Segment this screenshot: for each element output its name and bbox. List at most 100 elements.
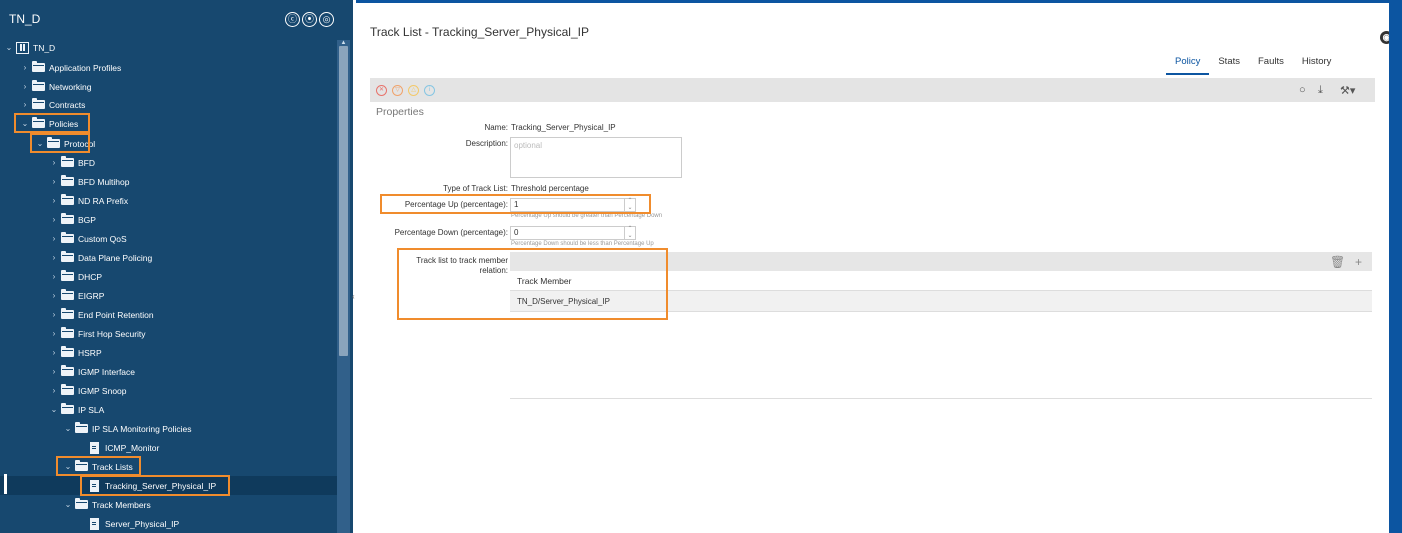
chevron-right-icon[interactable]: ›	[20, 100, 30, 109]
tab-policy[interactable]: Policy	[1166, 55, 1210, 75]
folder-icon	[75, 422, 88, 433]
chevron-right-icon[interactable]: ›	[49, 253, 59, 262]
percentage-down-stepper[interactable]: ⌃ ⌄	[624, 226, 635, 240]
table-row[interactable]: TN_D/Server_Physical_IP	[510, 290, 1372, 312]
folder-icon	[61, 194, 74, 205]
tree-node-label: Server_Physical_IP	[105, 518, 180, 529]
navigation-tree: ⌄ TN_D › Application Profiles › Networki…	[0, 0, 337, 533]
tree-node-label: Application Profiles	[49, 62, 122, 73]
tree-node-label: IP SLA	[78, 404, 105, 415]
chevron-right-icon[interactable]: ›	[49, 177, 59, 186]
folder-icon	[61, 270, 74, 281]
tree-node-label: ICMP_Monitor	[105, 442, 160, 453]
tree-node-ip-sla[interactable]: ⌄ IP SLA	[49, 400, 104, 419]
tree-node-label: Data Plane Policing	[78, 252, 153, 263]
add-icon[interactable]: +	[1355, 255, 1362, 269]
tree-node-label: BFD	[78, 157, 95, 168]
chevron-right-icon[interactable]: ›	[49, 215, 59, 224]
minor-fault-icon[interactable]: △	[408, 85, 419, 96]
tree-node-icmp-monitor[interactable]: ICMP_Monitor	[88, 438, 159, 457]
track-member-cell: TN_D/Server_Physical_IP	[517, 297, 610, 306]
chevron-down-icon[interactable]: ⌄	[4, 43, 14, 52]
tree-node-track-members[interactable]: ⌄ Track Members	[63, 495, 151, 514]
chevron-right-icon[interactable]: ›	[49, 367, 59, 376]
chevron-right-icon[interactable]: ›	[49, 272, 59, 281]
tree-node-custom-qos[interactable]: › Custom QoS	[49, 229, 127, 248]
download-icon[interactable]: ⤓	[1318, 84, 1323, 97]
tree-node-protocol[interactable]: ⌄ Protocol	[35, 134, 95, 153]
tree-node-label: TN_D	[33, 42, 56, 53]
chevron-right-icon[interactable]: ›	[20, 63, 30, 72]
percentage-up-input[interactable]: 1	[510, 198, 636, 212]
chevron-right-icon[interactable]: ›	[49, 158, 59, 167]
delete-icon[interactable]: 🗑	[1330, 255, 1345, 269]
tree-node-label: Protocol	[64, 138, 96, 149]
chevron-right-icon[interactable]: ›	[49, 348, 59, 357]
tree-node-contracts[interactable]: › Contracts	[20, 95, 85, 114]
tab-history[interactable]: History	[1293, 55, 1341, 75]
description-label: Description:	[465, 139, 508, 148]
folder-icon	[61, 251, 74, 262]
tree-node-first-hop-security[interactable]: › First Hop Security	[49, 324, 146, 343]
major-fault-icon[interactable]: ▽	[392, 85, 403, 96]
name-value: Tracking_Server_Physical_IP	[511, 123, 616, 132]
tree-node-ip-sla-monitoring-policies[interactable]: ⌄ IP SLA Monitoring Policies	[63, 419, 192, 438]
tree-node-bfd-multihop[interactable]: › BFD Multihop	[49, 172, 130, 191]
tree-node-igmp-snoop[interactable]: › IGMP Snoop	[49, 381, 127, 400]
tab-stats[interactable]: Stats	[1209, 55, 1249, 75]
chevron-right-icon[interactable]: ›	[49, 329, 59, 338]
tree-node-hsrp[interactable]: › HSRP	[49, 343, 102, 362]
tree-node-label: Policies	[49, 118, 79, 129]
chevron-down-icon[interactable]: ⌄	[63, 462, 73, 471]
tree-node-label: First Hop Security	[78, 328, 146, 339]
folder-icon	[61, 232, 74, 243]
type-value: Threshold percentage	[511, 184, 589, 193]
tenant-icon	[16, 41, 29, 54]
chevron-down-icon[interactable]: ⌄	[49, 405, 59, 414]
folder-icon	[61, 365, 74, 376]
description-input[interactable]: optional	[510, 137, 682, 178]
tree-node-bgp[interactable]: › BGP	[49, 210, 96, 229]
tree-node-igmp-interface[interactable]: › IGMP Interface	[49, 362, 135, 381]
chevron-down-icon[interactable]: ⌄	[20, 119, 30, 128]
tree-node-end-point-retention[interactable]: › End Point Retention	[49, 305, 154, 324]
folder-icon	[75, 498, 88, 509]
tree-node-label: IGMP Interface	[78, 366, 136, 377]
navigation-pane: TN_D ⓒ ⦿ ◎ ⌄ TN_D › Application Profiles…	[0, 0, 353, 533]
tree-node-label: Track Members	[92, 499, 151, 510]
chevron-down-icon[interactable]: ⌄	[63, 500, 73, 509]
name-label: Name:	[484, 123, 508, 132]
folder-icon	[61, 384, 74, 395]
tree-node-eigrp[interactable]: › EIGRP	[49, 286, 104, 305]
tree-node-tracking-server-physical-ip[interactable]: Tracking_Server_Physical_IP	[0, 476, 337, 495]
tree-node-track-lists[interactable]: ⌄ Track Lists	[63, 457, 133, 476]
tree-node-bfd[interactable]: › BFD	[49, 153, 95, 172]
tab-faults[interactable]: Faults	[1249, 55, 1293, 75]
tree-node-application-profiles[interactable]: › Application Profiles	[20, 58, 121, 77]
percentage-down-input[interactable]: 0	[510, 226, 636, 240]
chevron-down-icon[interactable]: ⌄	[63, 424, 73, 433]
tree-node-nd-ra-prefix[interactable]: › ND RA Prefix	[49, 191, 128, 210]
chevron-right-icon[interactable]: ›	[49, 310, 59, 319]
folder-icon	[32, 61, 45, 72]
chevron-right-icon[interactable]: ›	[49, 196, 59, 205]
tools-menu-icon[interactable]: ⚒▾	[1340, 84, 1355, 97]
tree-node-tenant[interactable]: ⌄ TN_D	[4, 38, 55, 57]
tree-node-networking[interactable]: › Networking	[20, 77, 92, 96]
chevron-right-icon[interactable]: ›	[49, 291, 59, 300]
tree-node-policies[interactable]: ⌄ Policies	[20, 114, 78, 133]
tree-node-dhcp[interactable]: › DHCP	[49, 267, 102, 286]
tree-node-data-plane-policing[interactable]: › Data Plane Policing	[49, 248, 152, 267]
info-fault-icon[interactable]: i	[424, 85, 435, 96]
percentage-up-hint: Percentage Up should be greater than Per…	[511, 213, 663, 219]
chevron-right-icon[interactable]: ›	[20, 82, 30, 91]
percentage-up-stepper[interactable]: ⌃ ⌄	[624, 198, 635, 212]
chevron-right-icon[interactable]: ›	[49, 234, 59, 243]
table-divider	[510, 398, 1372, 399]
critical-fault-icon[interactable]: ✕	[376, 85, 387, 96]
tree-node-server-physical-ip[interactable]: Server_Physical_IP	[88, 514, 179, 533]
column-header-track-member[interactable]: Track Member	[517, 276, 571, 286]
chevron-right-icon[interactable]: ›	[49, 386, 59, 395]
refresh-icon[interactable]: ○	[1299, 84, 1306, 96]
chevron-down-icon[interactable]: ⌄	[35, 139, 45, 148]
